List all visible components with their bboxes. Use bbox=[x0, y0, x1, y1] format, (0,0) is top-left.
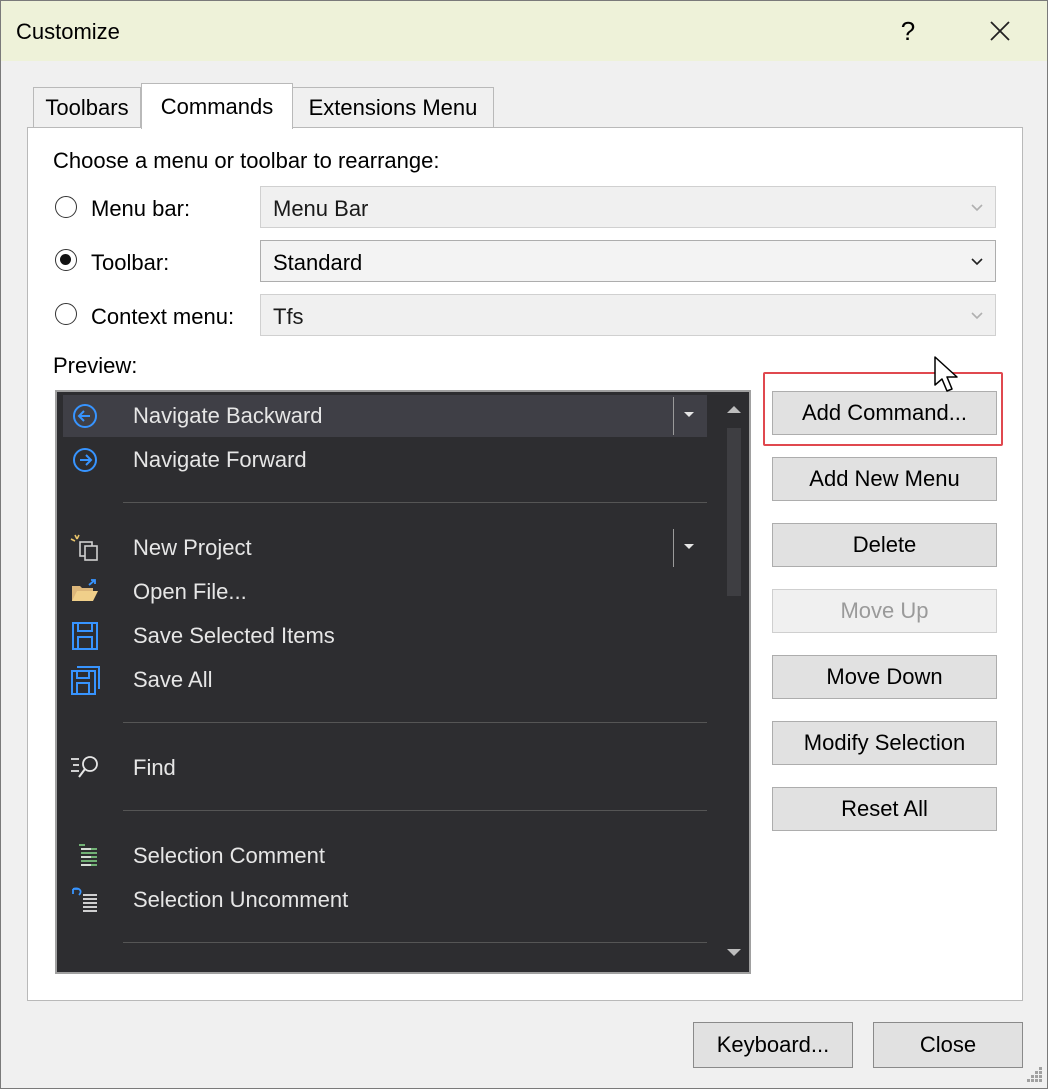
separator bbox=[123, 942, 707, 943]
list-item[interactable]: Save All bbox=[63, 659, 707, 701]
list-item-label: Navigate Backward bbox=[133, 403, 323, 428]
toolbar-select-value: Standard bbox=[273, 250, 363, 275]
resize-grip-icon[interactable] bbox=[1023, 1063, 1045, 1085]
title-bar: Customize ? bbox=[1, 1, 1047, 61]
move-down-button[interactable]: Move Down bbox=[772, 655, 997, 699]
close-button[interactable]: Close bbox=[873, 1022, 1023, 1068]
caret-down-icon bbox=[684, 412, 694, 417]
list-item-label: Selection Comment bbox=[133, 843, 325, 868]
keyboard-button[interactable]: Keyboard... bbox=[693, 1022, 853, 1068]
tab-commands[interactable]: Commands bbox=[141, 83, 293, 129]
chevron-down-icon bbox=[971, 312, 983, 320]
list-item[interactable]: Navigate Forward bbox=[63, 439, 707, 481]
scroll-up-icon[interactable] bbox=[726, 404, 742, 414]
list-item[interactable]: Find bbox=[63, 747, 707, 789]
context-menu-select[interactable]: Tfs bbox=[260, 294, 996, 336]
find-icon bbox=[71, 756, 98, 778]
context-menu-select-value: Tfs bbox=[273, 304, 304, 329]
comment-icon bbox=[79, 844, 97, 866]
tab-toolbars[interactable]: Toolbars bbox=[33, 87, 141, 127]
menu-bar-select-value: Menu Bar bbox=[273, 196, 369, 221]
list-item[interactable]: New Project bbox=[63, 527, 707, 569]
context-menu-label: Context menu: bbox=[91, 304, 235, 329]
list-item-label: Save Selected Items bbox=[133, 623, 335, 648]
help-button[interactable]: ? bbox=[881, 9, 935, 53]
split-dropdown-button[interactable] bbox=[671, 395, 707, 437]
reset-all-button[interactable]: Reset All bbox=[772, 787, 997, 831]
list-item[interactable]: Save Selected Items bbox=[63, 615, 707, 657]
close-window-button[interactable] bbox=[973, 9, 1027, 53]
split-dropdown-button[interactable] bbox=[671, 527, 707, 569]
list-item[interactable]: Selection Comment bbox=[63, 835, 707, 877]
toolbar-select[interactable]: Standard bbox=[260, 240, 996, 282]
open-folder-icon bbox=[72, 579, 98, 601]
separator bbox=[123, 810, 707, 811]
delete-button[interactable]: Delete bbox=[772, 523, 997, 567]
list-item[interactable]: Open File... bbox=[63, 571, 707, 613]
preview-label: Preview: bbox=[53, 353, 138, 378]
menu-bar-radio[interactable] bbox=[55, 196, 77, 218]
preview-scrollbar[interactable] bbox=[719, 392, 749, 972]
modify-selection-button[interactable]: Modify Selection bbox=[772, 721, 997, 765]
scrollbar-thumb[interactable] bbox=[727, 428, 741, 596]
list-item-label: Open File... bbox=[133, 579, 247, 604]
preview-list[interactable]: Navigate Backward Navigate Forward New P… bbox=[55, 390, 751, 974]
navigate-back-icon bbox=[73, 404, 97, 428]
list-item[interactable]: Selection Uncomment bbox=[63, 879, 707, 921]
uncomment-icon bbox=[72, 887, 97, 912]
list-item-label: Find bbox=[133, 755, 176, 780]
toolbar-label: Toolbar: bbox=[91, 250, 170, 275]
add-command-highlight bbox=[763, 372, 1003, 446]
close-icon bbox=[990, 21, 1010, 41]
menu-bar-select[interactable]: Menu Bar bbox=[260, 186, 996, 228]
list-item-label: New Project bbox=[133, 535, 252, 560]
add-new-menu-button[interactable]: Add New Menu bbox=[772, 457, 997, 501]
toolbar-radio[interactable] bbox=[55, 249, 77, 271]
list-item-label: Selection Uncomment bbox=[133, 887, 349, 912]
scroll-down-icon[interactable] bbox=[726, 948, 742, 958]
tab-extensions-menu[interactable]: Extensions Menu bbox=[292, 87, 494, 127]
list-item[interactable]: Navigate Backward bbox=[63, 395, 707, 437]
save-all-icon bbox=[71, 666, 100, 695]
chevron-down-icon bbox=[971, 204, 983, 212]
caret-down-icon bbox=[684, 544, 694, 549]
menu-bar-label: Menu bar: bbox=[91, 196, 191, 221]
save-icon bbox=[72, 622, 98, 650]
move-up-button[interactable]: Move Up bbox=[772, 589, 997, 633]
separator bbox=[123, 502, 707, 503]
navigate-forward-icon bbox=[73, 448, 97, 472]
customize-dialog: Customize ? Toolbars Commands Extensions… bbox=[0, 0, 1048, 1089]
list-item-label: Save All bbox=[133, 667, 213, 692]
dialog-title: Customize bbox=[16, 19, 120, 44]
mouse-cursor-icon bbox=[934, 356, 958, 392]
chooser-heading: Choose a menu or toolbar to rearrange: bbox=[53, 148, 440, 173]
chevron-down-icon bbox=[971, 258, 983, 266]
list-item-label: Navigate Forward bbox=[133, 447, 307, 472]
context-menu-radio[interactable] bbox=[55, 303, 77, 325]
new-project-icon bbox=[70, 534, 98, 561]
separator bbox=[123, 722, 707, 723]
